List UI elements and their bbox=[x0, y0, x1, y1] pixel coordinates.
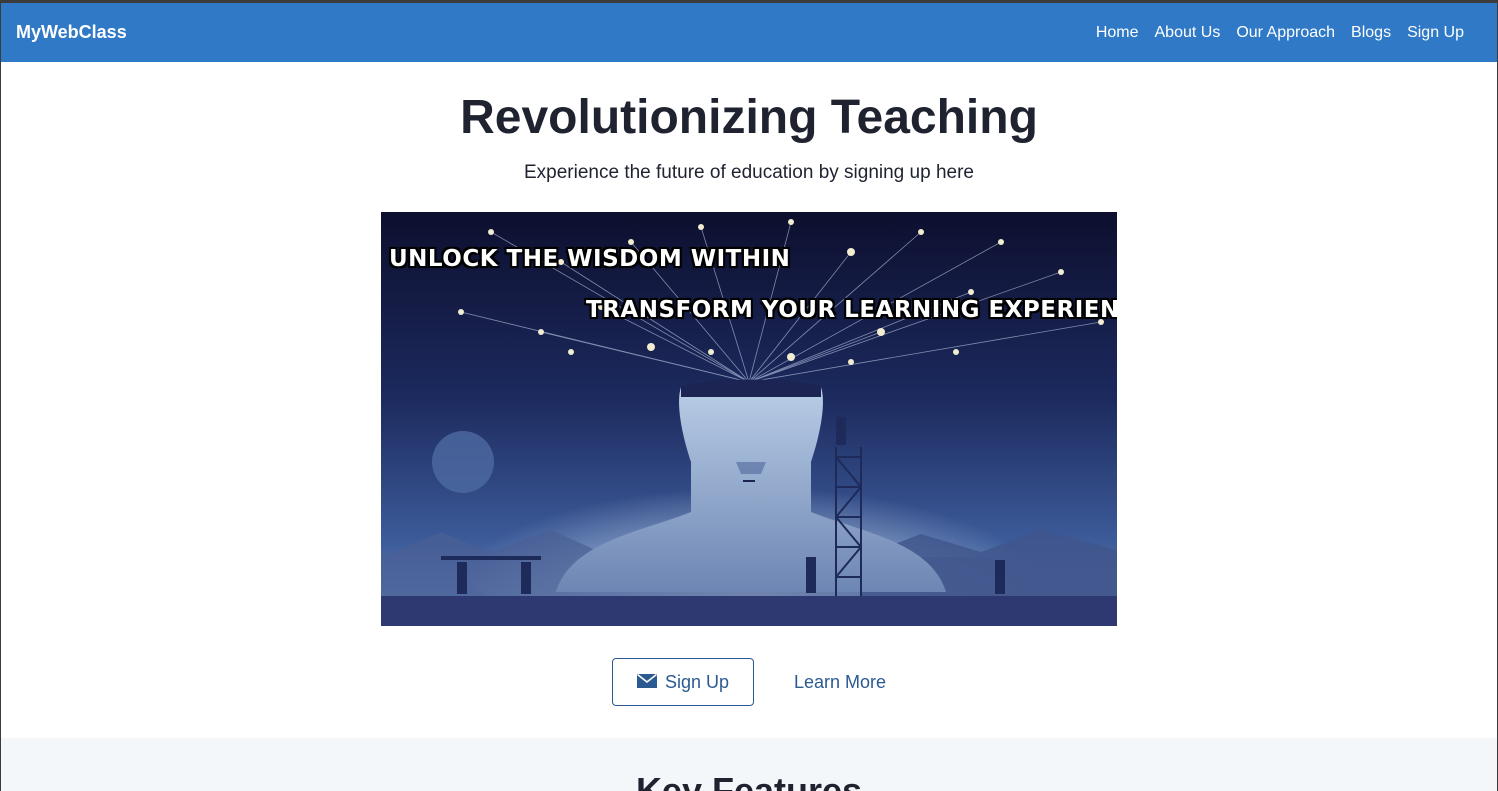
nav-link-about-us[interactable]: About Us bbox=[1155, 24, 1221, 42]
nav-link-home[interactable]: Home bbox=[1096, 24, 1139, 42]
navbar: MyWebClass Home About Us Our Approach Bl… bbox=[1, 3, 1497, 62]
signup-button[interactable]: Sign Up bbox=[611, 658, 754, 706]
features-section: Key Features bbox=[1, 738, 1497, 791]
image-caption-transform: TRANSFORM YOUR LEARNING EXPERIENCE bbox=[586, 297, 1117, 323]
brand-link[interactable]: MyWebClass bbox=[16, 22, 127, 43]
features-title: Key Features bbox=[635, 770, 863, 791]
nav-links: Home About Us Our Approach Blogs Sign Up bbox=[1096, 24, 1464, 42]
nav-link-sign-up[interactable]: Sign Up bbox=[1407, 24, 1464, 42]
signup-button-label: Sign Up bbox=[664, 671, 729, 692]
learn-more-link[interactable]: Learn More bbox=[794, 672, 886, 693]
image-caption-unlock: UNLOCK THE WISDOM WITHIN bbox=[389, 246, 791, 272]
hero-actions: Sign Up Learn More bbox=[0, 658, 1498, 706]
hero-title: Revolutionizing Teaching bbox=[460, 91, 1038, 144]
nav-link-blogs[interactable]: Blogs bbox=[1351, 24, 1391, 42]
hero-image: UNLOCK THE WISDOM WITHIN TRANSFORM YOUR … bbox=[381, 212, 1117, 626]
nav-link-our-approach[interactable]: Our Approach bbox=[1236, 24, 1335, 42]
hero-illustration bbox=[381, 212, 1117, 626]
envelope-icon bbox=[636, 672, 657, 693]
hero-subtitle: Experience the future of education by si… bbox=[524, 162, 974, 183]
